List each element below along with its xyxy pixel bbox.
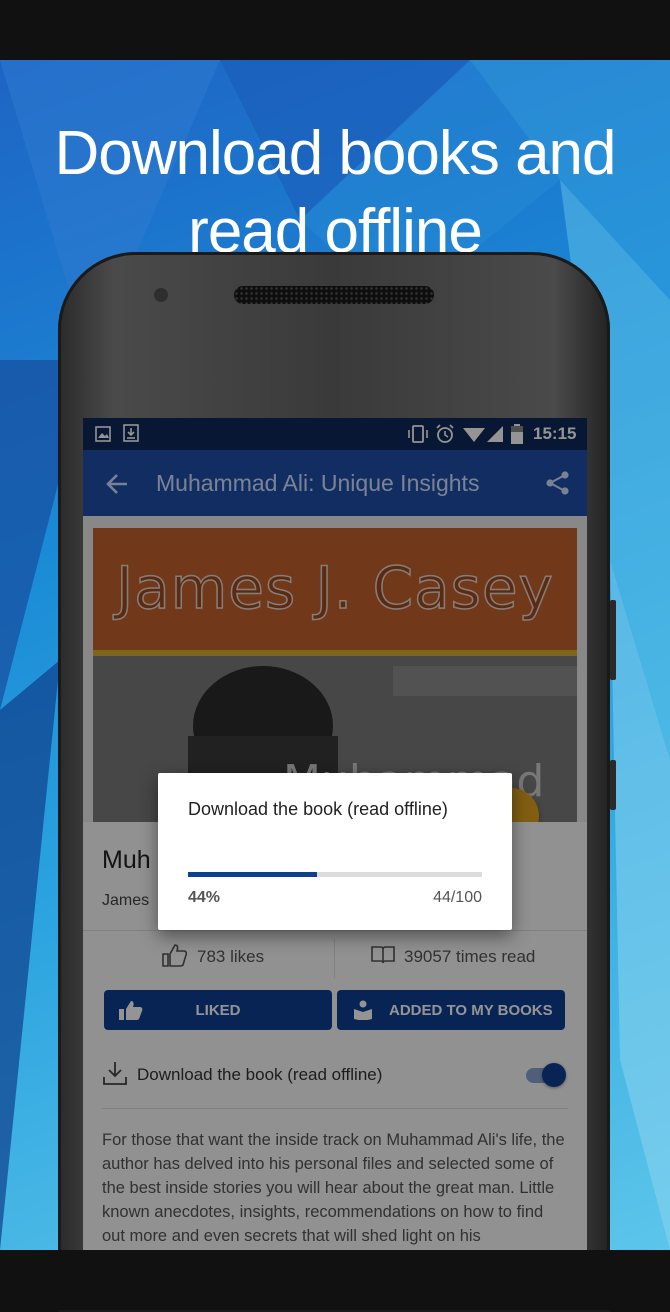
progress-count: 44/100 [433, 889, 482, 906]
download-progress-dialog: Download the book (read offline) 44% 44/… [158, 773, 512, 930]
headline-line-1: Download books and [54, 119, 616, 188]
progress-track [188, 872, 482, 877]
earpiece-speaker [234, 286, 434, 304]
volume-button [610, 600, 616, 680]
progress-percent: 44% [188, 889, 221, 906]
power-button [610, 760, 616, 810]
top-letterbox [0, 0, 670, 60]
bottom-letterbox [0, 1250, 670, 1310]
promo-headline: Download books and read offline [0, 115, 670, 271]
progress-fill [188, 872, 318, 877]
front-camera [154, 288, 168, 302]
dialog-title: Download the book (read offline) [188, 799, 448, 819]
